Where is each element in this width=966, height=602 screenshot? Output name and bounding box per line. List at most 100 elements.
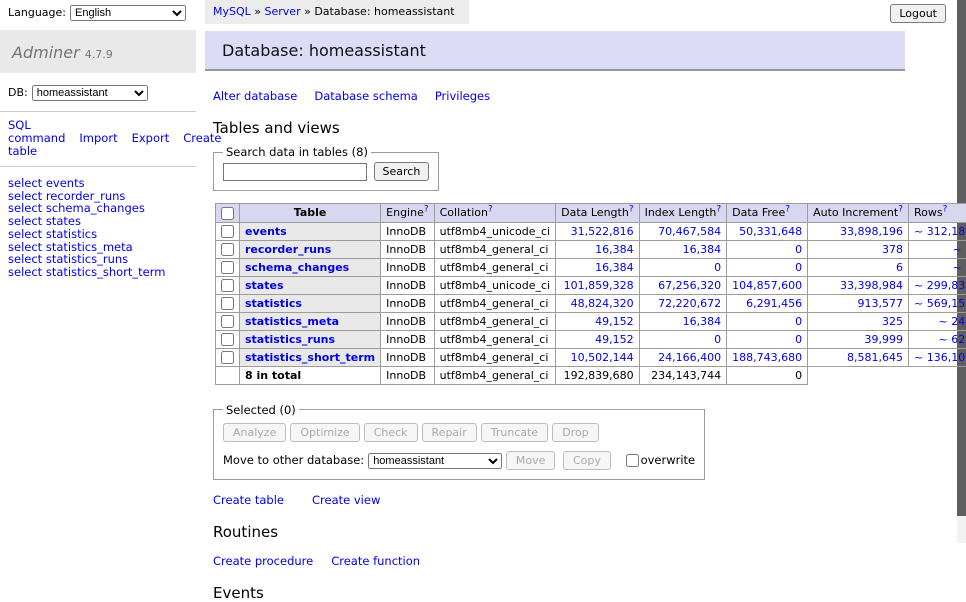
- cell-link-rows[interactable]: ~ 569,159: [914, 297, 966, 310]
- cell-link-rows[interactable]: ~ 299,833: [914, 279, 966, 292]
- cell-link-rows[interactable]: ~ 5: [952, 243, 966, 256]
- cell-link-index-length[interactable]: 16,384: [683, 315, 722, 328]
- sidebar-link-sql-command[interactable]: SQL command: [8, 118, 65, 145]
- row-checkbox[interactable]: [221, 315, 234, 328]
- cell-link-auto-increment[interactable]: 6: [896, 261, 903, 274]
- cell-link-data-length[interactable]: 48,824,320: [571, 297, 634, 310]
- table-link-schema-changes[interactable]: schema_changes: [245, 261, 349, 274]
- table-link-states[interactable]: states: [245, 279, 284, 292]
- row-checkbox[interactable]: [221, 351, 234, 364]
- cell-link-data-free[interactable]: 0: [795, 243, 802, 256]
- sidebar-item-select-statistics-short-term[interactable]: select statistics_short_term: [8, 266, 188, 279]
- sidebar-link-import[interactable]: Import: [79, 131, 117, 145]
- overwrite-option[interactable]: overwrite: [626, 453, 696, 467]
- cell-link-data-length[interactable]: 49,152: [595, 333, 634, 346]
- column-help-link[interactable]: ?: [716, 205, 721, 215]
- events-heading: Events: [213, 584, 905, 602]
- cell-link-data-length[interactable]: 16,384: [595, 243, 634, 256]
- app-version: 4.7.9: [85, 48, 113, 61]
- language-select[interactable]: English: [70, 5, 186, 21]
- cell-link-rows[interactable]: ~ 244: [938, 315, 966, 328]
- action-link-database-schema[interactable]: Database schema: [314, 89, 417, 103]
- column-help-link[interactable]: ?: [943, 205, 948, 215]
- cell-link-data-free[interactable]: 0: [795, 315, 802, 328]
- table-link-statistics-runs[interactable]: statistics_runs: [245, 333, 335, 346]
- overwrite-checkbox[interactable]: [626, 454, 639, 467]
- breadcrumb-server[interactable]: Server: [265, 5, 301, 18]
- cell-link-data-free[interactable]: 188,743,680: [732, 351, 802, 364]
- row-checkbox[interactable]: [221, 243, 234, 256]
- cell-link-index-length[interactable]: 16,384: [683, 243, 722, 256]
- cell-link-index-length[interactable]: 0: [714, 333, 721, 346]
- create-link-create-view[interactable]: Create view: [312, 493, 380, 507]
- table-row: statistics_short_termInnoDButf8mb4_gener…: [216, 348, 966, 366]
- table-link-statistics[interactable]: statistics: [245, 297, 302, 310]
- cell-link-index-length[interactable]: 67,256,320: [658, 279, 721, 292]
- row-checkbox[interactable]: [221, 279, 234, 292]
- cell-link-auto-increment[interactable]: 8,581,645: [847, 351, 903, 364]
- cell-link-data-free[interactable]: 0: [795, 333, 802, 346]
- move-db-select[interactable]: homeassistant: [368, 453, 502, 469]
- cell-link-auto-increment[interactable]: 325: [882, 315, 903, 328]
- table-row: recorder_runsInnoDButf8mb4_general_ci16,…: [216, 240, 966, 258]
- create-link-create-table[interactable]: Create table: [213, 493, 284, 507]
- create-links: Create table Create view: [213, 493, 905, 507]
- db-label: DB:: [8, 86, 28, 99]
- repair-button: Repair: [422, 423, 477, 442]
- row-checkbox[interactable]: [221, 225, 234, 238]
- cell-link-data-length[interactable]: 16,384: [595, 261, 634, 274]
- row-checkbox[interactable]: [221, 261, 234, 274]
- action-link-privileges[interactable]: Privileges: [435, 89, 490, 103]
- cell-collation: utf8mb4_general_ci: [434, 312, 555, 330]
- sidebar-item-select-statistics[interactable]: select statistics: [8, 228, 188, 241]
- cell-link-data-free[interactable]: 6,291,456: [746, 297, 802, 310]
- cell-link-data-length[interactable]: 10,502,144: [571, 351, 634, 364]
- column-help-link[interactable]: ?: [488, 205, 493, 215]
- column-help-link[interactable]: ?: [629, 205, 634, 215]
- cell-link-index-length[interactable]: 70,467,584: [658, 225, 721, 238]
- cell-link-auto-increment[interactable]: 913,577: [858, 297, 904, 310]
- table-link-recorder-runs[interactable]: recorder_runs: [245, 243, 331, 256]
- cell-link-rows[interactable]: ~ 312,180: [914, 225, 966, 238]
- search-button[interactable]: Search: [374, 162, 430, 181]
- cell-link-auto-increment[interactable]: 33,898,196: [840, 225, 903, 238]
- sidebar-item-select-states[interactable]: select states: [8, 215, 188, 228]
- select-all-checkbox[interactable]: [221, 207, 234, 220]
- action-link-alter-database[interactable]: Alter database: [213, 89, 297, 103]
- row-checkbox[interactable]: [221, 297, 234, 310]
- routine-link-create-function[interactable]: Create function: [331, 554, 420, 568]
- cell-link-data-free[interactable]: 50,331,648: [739, 225, 802, 238]
- table-link-statistics-meta[interactable]: statistics_meta: [245, 315, 339, 328]
- breadcrumb-mysql[interactable]: MySQL: [213, 5, 251, 18]
- column-help-link[interactable]: ?: [785, 205, 790, 215]
- cell-link-data-length[interactable]: 101,859,328: [564, 279, 634, 292]
- column-help-link[interactable]: ?: [898, 205, 903, 215]
- table-link-events[interactable]: events: [245, 225, 287, 238]
- total-label: 8 in total: [240, 366, 381, 384]
- cell-link-data-length[interactable]: 49,152: [595, 315, 634, 328]
- cell-link-index-length[interactable]: 72,220,672: [658, 297, 721, 310]
- cell-link-rows[interactable]: ~ 136,108: [914, 351, 966, 364]
- sidebar: Language:English Adminer4.7.9 DB:homeass…: [0, 0, 196, 279]
- cell-link-index-length[interactable]: 0: [714, 261, 721, 274]
- cell-link-data-length[interactable]: 31,522,816: [571, 225, 634, 238]
- db-select[interactable]: homeassistant: [32, 85, 148, 101]
- cell-link-data-free[interactable]: 0: [795, 261, 802, 274]
- search-input[interactable]: [223, 163, 367, 181]
- column-header-rows: Rows?: [909, 204, 966, 223]
- cell-link-data-free[interactable]: 104,857,600: [732, 279, 802, 292]
- cell-link-auto-increment[interactable]: 39,999: [865, 333, 904, 346]
- app-logo[interactable]: Adminer: [12, 43, 80, 62]
- cell-link-rows[interactable]: ~ 3: [952, 261, 966, 274]
- row-checkbox[interactable]: [221, 333, 234, 346]
- cell-link-auto-increment[interactable]: 378: [882, 243, 903, 256]
- cell-link-index-length[interactable]: 24,166,400: [658, 351, 721, 364]
- routine-link-create-procedure[interactable]: Create procedure: [213, 554, 313, 568]
- cell-link-rows[interactable]: ~ 628: [938, 333, 966, 346]
- table-link-statistics-short-term[interactable]: statistics_short_term: [245, 351, 375, 364]
- cell-link-auto-increment[interactable]: 33,398,984: [840, 279, 903, 292]
- sidebar-item-select-events[interactable]: select events: [8, 177, 188, 190]
- sidebar-link-export[interactable]: Export: [132, 131, 170, 145]
- column-help-link[interactable]: ?: [424, 205, 429, 215]
- copy-button: Copy: [563, 451, 611, 470]
